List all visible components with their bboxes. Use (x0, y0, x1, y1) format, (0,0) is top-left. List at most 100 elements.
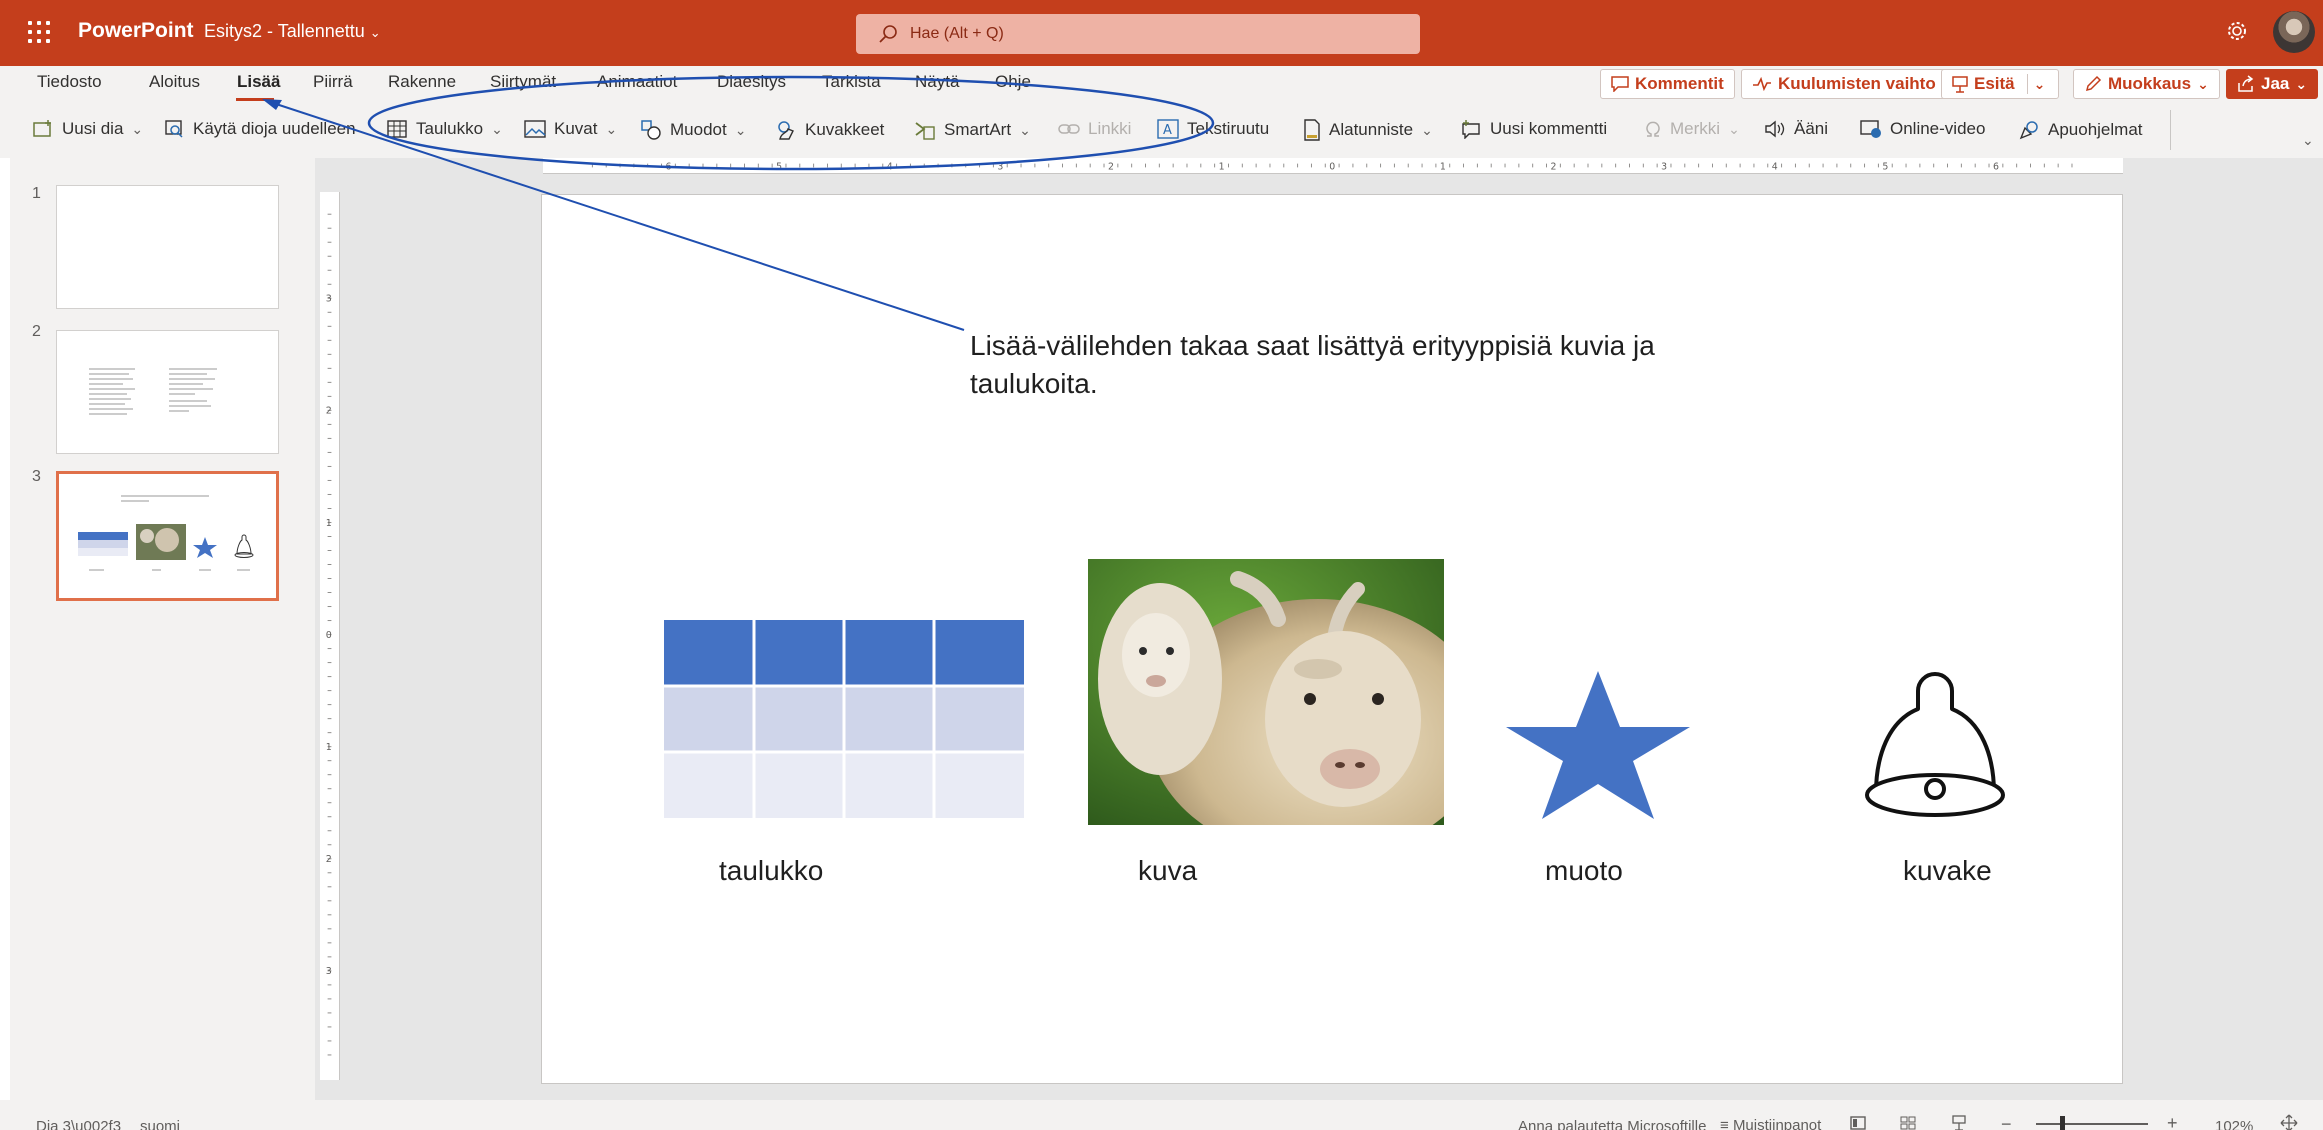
video-icon (1860, 120, 1881, 138)
icons-icon (778, 121, 794, 140)
bell-icon[interactable] (1862, 669, 2008, 831)
icons-label: Kuvakkeet (805, 120, 885, 139)
catchup-button[interactable]: Kuulumisten vaihto (1741, 69, 1947, 99)
zoom-in-button[interactable]: + (2167, 1113, 2178, 1130)
annotation-textbox[interactable]: Lisää-välilehden takaa saat lisättyä eri… (970, 327, 1690, 403)
feedback-link[interactable]: Anna palautetta Microsoftille (1518, 1118, 1706, 1130)
comments-button[interactable]: Kommentit (1600, 69, 1735, 99)
horizontal-ruler: 6 5 4 3 2 1 0 1 2 3 4 5 6 (543, 158, 2123, 174)
caption-table[interactable]: taulukko (719, 855, 823, 887)
editing-mode-button[interactable]: Muokkaus ⌄ (2073, 69, 2220, 99)
zoom-slider[interactable] (2036, 1123, 2148, 1125)
new-slide-button[interactable]: Uusi dia ⌄ (32, 119, 143, 139)
tab-draw[interactable]: Piirrä (313, 72, 353, 92)
gear-icon[interactable] (2226, 20, 2248, 42)
document-title[interactable]: Esitys2 - Tallennettu ⌄ (204, 21, 381, 42)
caption-shape[interactable]: muoto (1545, 855, 1623, 887)
tab-help[interactable]: Ohje (995, 72, 1031, 92)
slide-number: 3 (32, 468, 41, 485)
reuse-slides-icon (165, 120, 183, 138)
app-launcher-icon[interactable] (28, 21, 50, 43)
chevron-down-icon[interactable]: ⌄ (2302, 132, 2314, 149)
textbox-label: Tekstiruutu (1187, 119, 1270, 138)
avatar[interactable] (2273, 11, 2315, 53)
smartart-button[interactable]: SmartArt ⌄ (914, 119, 1031, 141)
tab-review[interactable]: Tarkista (822, 72, 881, 92)
shapes-icon (641, 120, 661, 140)
zoom-level[interactable]: 102% (2215, 1118, 2253, 1130)
shapes-button[interactable]: Muodot ⌄ (640, 119, 746, 141)
picture-icon (524, 120, 546, 138)
new-slide-icon (33, 120, 51, 137)
svg-text:3: 3 (997, 161, 1003, 172)
tab-design[interactable]: Rakenne (388, 72, 456, 92)
language-indicator[interactable]: suomi (140, 1118, 180, 1130)
new-comment-button[interactable]: Uusi kommentti (1460, 119, 1607, 139)
star-shape[interactable] (1504, 671, 1692, 819)
chevron-down-icon: ⌄ (131, 120, 144, 137)
svg-text:A: A (1163, 123, 1172, 138)
svg-text:5: 5 (776, 161, 782, 172)
table-button[interactable]: Taulukko ⌄ (386, 119, 503, 139)
tab-insert[interactable]: Lisää (237, 72, 280, 92)
notes-button[interactable]: ≡ Muistiinpanot (1720, 1117, 1821, 1130)
reuse-slides-button[interactable]: Käytä dioja uudelleen (163, 119, 356, 139)
active-tab-indicator (236, 98, 274, 101)
pictures-label: Kuvat (554, 119, 598, 138)
footer-button[interactable]: Alatunniste ⌄ (1303, 119, 1433, 141)
online-video-button[interactable]: Online-video (1860, 119, 1985, 139)
slide-thumbnail-1[interactable] (56, 185, 279, 309)
tab-file[interactable]: Tiedosto (37, 72, 102, 92)
tab-transitions[interactable]: Siirtymät (490, 72, 556, 92)
slide-thumbnail-2[interactable] (56, 330, 279, 454)
caption-icon[interactable]: kuvake (1903, 855, 1992, 887)
share-icon (2238, 75, 2254, 92)
textbox-icon: A (1157, 119, 1179, 139)
share-button[interactable]: Jaa ⌄ (2226, 69, 2319, 99)
slide-table[interactable] (664, 620, 1024, 818)
ribbon-divider (2170, 110, 2171, 150)
slide-sorter-icon[interactable] (1900, 1116, 1916, 1130)
symbol-button[interactable]: Merkki ⌄ (1644, 119, 1740, 139)
app-name[interactable]: PowerPoint (78, 19, 194, 43)
svg-text:3: 3 (326, 294, 332, 305)
svg-text:3: 3 (1661, 161, 1667, 172)
svg-text:5: 5 (1882, 161, 1888, 172)
present-button[interactable]: Esitä ⌄ (1941, 69, 2059, 99)
search-icon (879, 25, 897, 43)
audio-label: Ääni (1794, 119, 1829, 138)
caption-picture[interactable]: kuva (1138, 855, 1197, 887)
normal-view-icon[interactable] (1850, 1116, 1866, 1130)
sheep-picture[interactable] (1088, 559, 1444, 825)
link-icon (1058, 124, 1080, 134)
zoom-out-button[interactable]: − (2001, 1114, 2012, 1130)
tab-home[interactable]: Aloitus (149, 72, 200, 92)
symbol-label: Merkki (1670, 119, 1721, 138)
icons-button[interactable]: Kuvakkeet (775, 119, 884, 141)
chevron-down-icon[interactable]: ⌄ (2034, 76, 2046, 93)
slide-thumbnail-pane[interactable]: 1 2 3 (10, 158, 315, 1100)
audio-button[interactable]: Ääni (1764, 119, 1828, 139)
link-button[interactable]: Linkki (1058, 119, 1131, 139)
pictures-button[interactable]: Kuvat ⌄ (524, 119, 617, 139)
svg-text:4: 4 (887, 161, 893, 172)
textbox-button[interactable]: A Tekstiruutu (1157, 119, 1269, 139)
search-box[interactable]: Hae (Alt + Q) (856, 14, 1420, 54)
addins-button[interactable]: Apuohjelmat (2018, 119, 2143, 141)
svg-text:1: 1 (1219, 161, 1225, 172)
reading-view-icon[interactable] (1951, 1115, 1967, 1130)
table-label: Taulukko (416, 119, 484, 138)
tab-animations[interactable]: Animaatiot (597, 72, 677, 92)
svg-text:3: 3 (326, 966, 332, 977)
document-title-text: Esitys2 - Tallennettu (204, 21, 365, 41)
zoom-slider-thumb[interactable] (2060, 1116, 2065, 1130)
omega-icon (1646, 121, 1660, 137)
svg-text:6: 6 (666, 161, 672, 172)
svg-text:1: 1 (326, 518, 332, 529)
tab-slideshow[interactable]: Diaesitys (717, 72, 786, 92)
divider (2026, 74, 2028, 94)
tab-view[interactable]: Näytä (915, 72, 959, 92)
slide-thumbnail-3[interactable] (56, 471, 279, 601)
fit-to-window-icon[interactable] (2280, 1114, 2298, 1130)
chevron-down-icon: ⌄ (2295, 75, 2308, 92)
